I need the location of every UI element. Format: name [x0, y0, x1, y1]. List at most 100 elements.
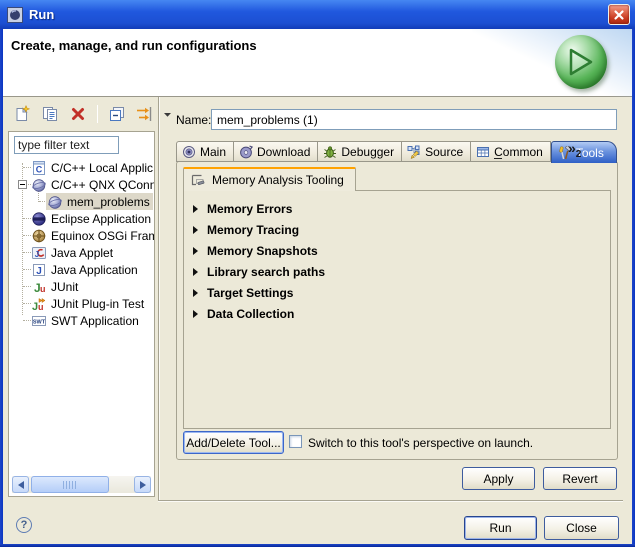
banner-title: Create, manage, and run configurations	[11, 38, 257, 53]
qnx-sphere-icon	[47, 194, 63, 210]
revert-button[interactable]: Revert	[543, 467, 617, 490]
tree-item-mem-problems[interactable]: mem_problems	[9, 193, 154, 210]
filter-configurations-button[interactable]	[133, 103, 157, 125]
main-tab-icon	[182, 145, 196, 159]
section-memory-tracing[interactable]: Memory Tracing	[184, 219, 610, 240]
expand-triangle-icon	[193, 268, 198, 276]
tab-tools[interactable]: Tools	[551, 141, 617, 163]
debugger-tab-icon	[323, 145, 337, 159]
scroll-left-button[interactable]	[12, 476, 29, 493]
duplicate-configuration-button[interactable]	[38, 103, 62, 125]
chevron-down-icon	[163, 105, 172, 123]
filter-input[interactable]	[14, 136, 119, 154]
svg-text:C: C	[36, 164, 43, 174]
swt-icon: SWT	[31, 313, 47, 329]
java-application-icon: J	[31, 262, 47, 278]
tree-item-junit-plugin-test[interactable]: JuJUnit Plug-in Test	[9, 295, 154, 312]
expand-triangle-icon	[193, 226, 198, 234]
expand-triangle-icon	[193, 247, 198, 255]
equinox-globe-icon	[31, 228, 47, 244]
section-library-search-paths[interactable]: Library search paths	[184, 261, 610, 282]
svg-text:u: u	[40, 284, 46, 294]
svg-text:SWT: SWT	[33, 319, 46, 325]
configurations-tree: CC/C++ Local Applic C/C++ QNX QConn mem_…	[9, 159, 154, 474]
add-delete-tool-button[interactable]: Add/Delete Tool...	[183, 431, 284, 454]
expand-triangle-icon	[193, 310, 198, 318]
tab-overflow-count: 2	[576, 149, 582, 160]
delete-configuration-button[interactable]	[66, 103, 90, 125]
tree-item-equinox-osgi[interactable]: Equinox OSGi Fram	[9, 227, 154, 244]
section-memory-snapshots[interactable]: Memory Snapshots	[184, 240, 610, 261]
collapse-all-icon	[108, 105, 126, 123]
expand-triangle-icon	[193, 205, 198, 213]
filter-icon	[135, 105, 155, 123]
collapse-all-button[interactable]	[105, 103, 129, 125]
common-tab-icon	[476, 145, 490, 159]
tab-debugger[interactable]: Debugger	[318, 141, 402, 162]
section-data-collection[interactable]: Data Collection	[184, 303, 610, 324]
perspective-checkbox-label: Switch to this tool's perspective on lau…	[308, 431, 533, 454]
c-cpp-local-icon: C	[31, 160, 47, 176]
svg-text:J: J	[35, 250, 39, 259]
duplicate-icon	[41, 105, 59, 123]
section-target-settings[interactable]: Target Settings	[184, 282, 610, 303]
name-label: Name:	[176, 113, 211, 127]
new-configuration-button[interactable]	[10, 103, 34, 125]
configurations-panel: CC/C++ Local Applic C/C++ QNX QConn mem_…	[8, 131, 155, 497]
footer-separator	[158, 500, 623, 502]
run-sphere-graphic	[555, 35, 607, 89]
tab-download[interactable]: Download	[234, 141, 318, 162]
tab-source[interactable]: Source	[402, 141, 471, 162]
header-banner: Create, manage, and run configurations	[3, 29, 632, 97]
svg-text:J: J	[36, 266, 42, 277]
titlebar[interactable]: Run	[0, 0, 635, 29]
scroll-left-icon	[18, 481, 24, 489]
configurations-toolbar	[10, 102, 173, 126]
memory-analysis-tab-icon	[190, 172, 206, 188]
perspective-checkbox[interactable]	[289, 435, 302, 448]
tab-common[interactable]: Common	[471, 141, 551, 162]
section-memory-errors[interactable]: Memory Errors	[184, 198, 610, 219]
junit-plugin-icon: Ju	[31, 296, 47, 312]
window-icon	[7, 7, 23, 23]
svg-text:u: u	[38, 302, 44, 312]
tree-item-eclipse-application[interactable]: Eclipse Application	[9, 210, 154, 227]
close-button[interactable]	[608, 4, 630, 25]
scroll-right-icon	[140, 481, 146, 489]
eclipse-sphere-icon	[31, 211, 47, 227]
download-tab-icon	[239, 145, 253, 159]
horizontal-scrollbar[interactable]	[12, 476, 151, 493]
scrollbar-thumb[interactable]	[31, 476, 109, 493]
java-applet-icon: J	[31, 245, 47, 261]
tree-item-cpp-qnx-qconn[interactable]: C/C++ QNX QConn	[9, 176, 154, 193]
window-frame-left	[0, 29, 3, 547]
run-button[interactable]: Run	[464, 516, 537, 540]
tree-item-junit[interactable]: JuJUnit	[9, 278, 154, 295]
delete-icon	[69, 105, 87, 123]
panel-divider	[158, 97, 159, 500]
close-icon	[612, 8, 626, 22]
tools-tab-content: Memory Analysis Tooling Memory Errors Me…	[176, 161, 618, 460]
play-icon	[568, 47, 594, 77]
tree-item-java-application[interactable]: JJava Application	[9, 261, 154, 278]
name-input[interactable]	[211, 109, 617, 130]
junit-icon: Ju	[31, 279, 47, 295]
expand-triangle-icon	[193, 289, 198, 297]
scroll-right-button[interactable]	[134, 476, 151, 493]
tree-item-java-applet[interactable]: JJava Applet	[9, 244, 154, 261]
tree-item-cpp-local[interactable]: CC/C++ Local Applic	[9, 159, 154, 176]
tab-memory-analysis-tooling[interactable]: Memory Analysis Tooling	[183, 167, 356, 191]
tab-overflow-chevron[interactable]: »2	[568, 140, 581, 160]
close-dialog-button[interactable]: Close	[544, 516, 619, 540]
toolbar-separator	[97, 105, 98, 123]
tab-main[interactable]: Main	[176, 141, 234, 162]
filter-dropdown-button[interactable]	[161, 103, 173, 125]
memory-analysis-sections: Memory Errors Memory Tracing Memory Snap…	[183, 190, 611, 429]
collapse-expander-icon[interactable]	[18, 180, 27, 189]
apply-button[interactable]: Apply	[462, 467, 535, 490]
source-tab-icon	[407, 145, 421, 159]
help-button[interactable]: ?	[16, 517, 32, 533]
run-configurations-dialog: Run Create, manage, and run configuratio…	[0, 0, 635, 547]
help-icon: ?	[21, 519, 28, 531]
tree-item-swt-application[interactable]: SWTSWT Application	[9, 312, 154, 329]
